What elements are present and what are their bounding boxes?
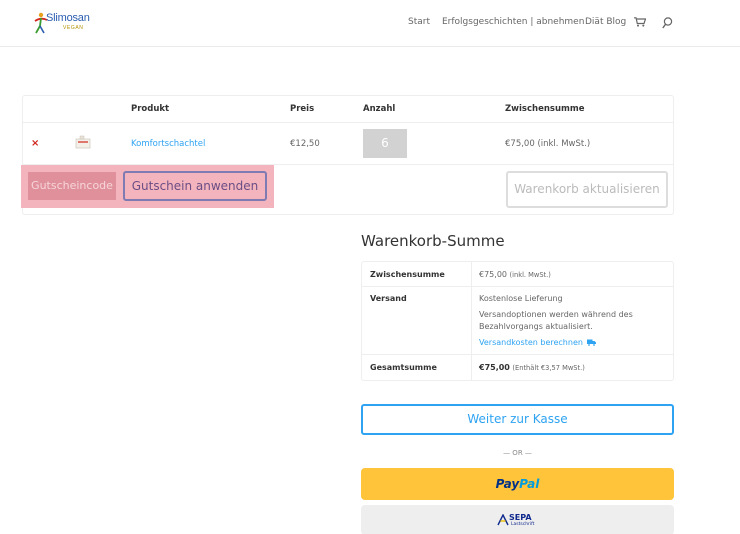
nav-start[interactable]: Start xyxy=(408,17,430,27)
column-divider xyxy=(471,262,472,380)
column-header-produkt: Produkt xyxy=(131,104,170,114)
subtotal-value: €75,00 (inkl. MwSt.) xyxy=(479,270,551,279)
sepa-euro-icon xyxy=(497,514,509,526)
total-value: €75,00 (Enthält €3,57 MwSt.) xyxy=(479,363,585,372)
or-separator: — OR — xyxy=(503,449,532,457)
product-price: €12,50 xyxy=(290,139,320,149)
subtotal-label: Zwischensumme xyxy=(370,270,445,279)
row-divider xyxy=(362,286,673,287)
sepa-button[interactable]: SEPA Lastschrift xyxy=(361,505,674,534)
row-divider xyxy=(23,122,673,123)
sepa-title: SEPA xyxy=(509,513,532,522)
product-subtotal: €75,00 (inkl. MwSt.) xyxy=(505,139,591,149)
proceed-to-checkout-button[interactable]: Weiter zur Kasse xyxy=(361,404,674,435)
product-name-link[interactable]: Komfortschachtel xyxy=(131,139,205,149)
product-thumbnail[interactable] xyxy=(75,135,91,150)
logo-sub-text: VEGAN xyxy=(63,25,84,31)
cart-icon[interactable] xyxy=(634,17,646,27)
site-header: Slimosan VEGAN Start Erfolgsgeschichten … xyxy=(0,0,740,46)
sepa-logo: SEPA Lastschrift xyxy=(497,513,539,529)
sepa-subtitle: Lastschrift xyxy=(511,522,535,527)
column-header-preis: Preis xyxy=(290,104,315,114)
paypal-pay-text: Pay xyxy=(495,477,520,491)
paypal-pal-text: Pal xyxy=(519,477,540,491)
truck-icon xyxy=(586,339,596,346)
nav-erfolgsgeschichten[interactable]: Erfolgsgeschichten | abnehmen xyxy=(442,17,584,27)
logo-brand-text: Slimosan xyxy=(46,12,90,24)
shipping-label: Versand xyxy=(370,294,407,303)
search-icon[interactable] xyxy=(662,17,673,29)
nav-diaet-blog[interactable]: Diät Blog xyxy=(585,17,626,27)
shipping-note-line2: Bezahlvorgangs aktualisiert. xyxy=(479,322,593,331)
row-divider xyxy=(362,354,673,355)
update-cart-button[interactable]: Warenkorb aktualisieren xyxy=(506,171,668,208)
quantity-input[interactable]: 6 xyxy=(363,129,407,158)
cart-totals-table: Zwischensumme €75,00 (inkl. MwSt.) Versa… xyxy=(361,261,674,381)
apply-coupon-button[interactable]: Gutschein anwenden xyxy=(123,171,267,201)
shipping-note-line1: Versandoptionen werden während des xyxy=(479,310,633,319)
cart-totals-title: Warenkorb-Summe xyxy=(361,232,505,250)
column-header-zwischensumme: Zwischensumme xyxy=(505,104,585,114)
shipping-calculator-link[interactable]: Versandkosten berechnen xyxy=(479,338,596,347)
site-logo[interactable]: Slimosan VEGAN xyxy=(33,11,90,35)
paypal-button[interactable]: PayPal xyxy=(361,468,674,500)
coupon-code-input[interactable]: Gutscheincode xyxy=(28,172,116,200)
shipping-value: Kostenlose Lieferung xyxy=(479,294,563,303)
column-header-anzahl: Anzahl xyxy=(363,104,396,114)
remove-item-icon[interactable]: × xyxy=(31,138,39,149)
total-label: Gesamtsumme xyxy=(370,363,437,372)
